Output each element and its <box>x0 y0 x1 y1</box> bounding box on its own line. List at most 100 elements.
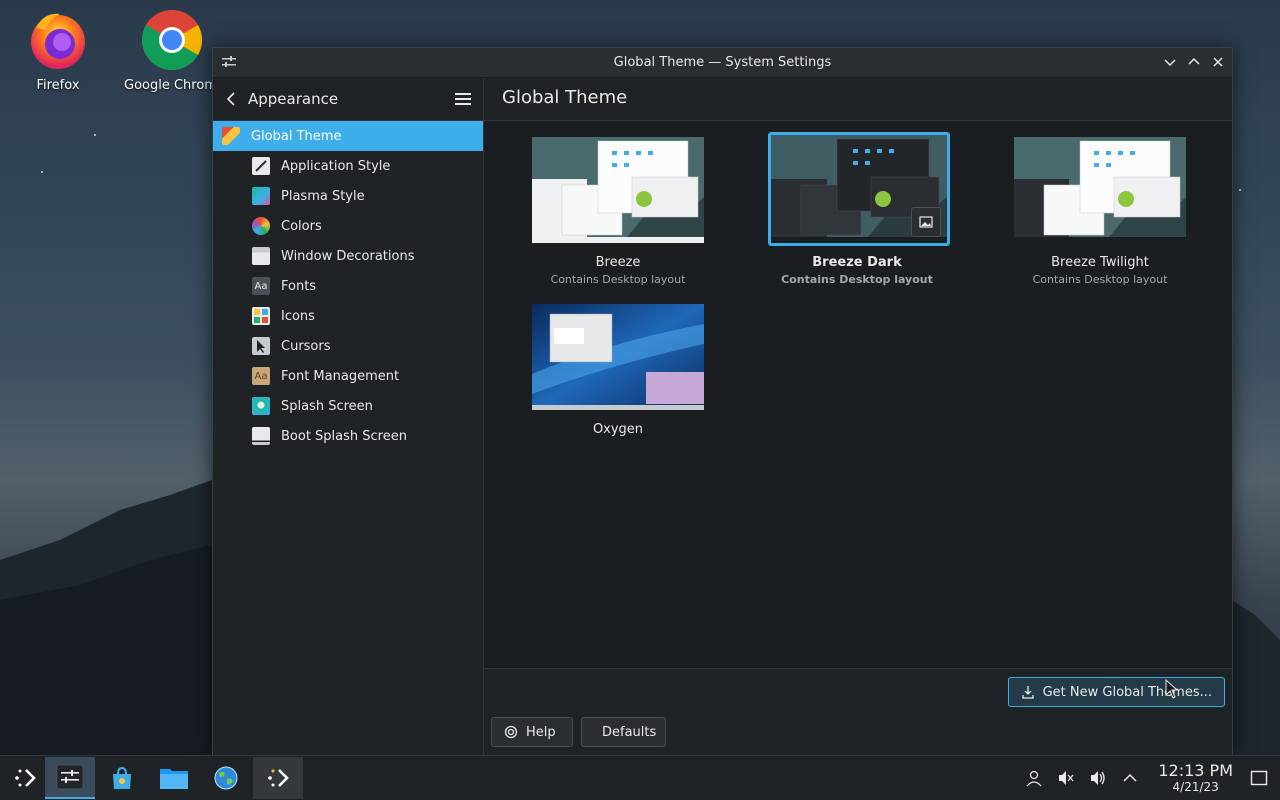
window-decorations-icon <box>252 247 270 265</box>
chrome-icon <box>141 9 203 71</box>
page-title: Global Theme <box>502 87 628 108</box>
sidebar-item-label: Cursors <box>281 338 331 354</box>
theme-thumbnail <box>530 135 706 245</box>
theme-card-breeze-dark[interactable]: Breeze Dark Contains Desktop layout <box>769 133 949 286</box>
show-desktop-icon[interactable] <box>1250 769 1268 787</box>
clock[interactable]: 12:13 PM 4/21/23 <box>1158 761 1233 794</box>
theme-preview-image <box>532 137 704 243</box>
sidebar-item-label: Boot Splash Screen <box>281 428 407 444</box>
content-header: Global Theme <box>484 78 1232 121</box>
defaults-button[interactable]: Defaults <box>581 717 666 747</box>
taskbar-kde-connect[interactable] <box>253 757 303 799</box>
sidebar-item-label: Fonts <box>281 278 317 294</box>
theme-grid: Breeze Contains Desktop layout Breeze Da… <box>484 121 1232 672</box>
theme-card-oxygen[interactable]: Oxygen <box>530 302 706 437</box>
clock-date: 4/21/23 <box>1172 780 1219 794</box>
minimize-button[interactable] <box>1162 54 1178 70</box>
theme-subtitle: Contains Desktop layout <box>550 273 686 286</box>
sidebar-item-label: Splash Screen <box>281 398 373 414</box>
sidebar-item-splash-screen[interactable]: Splash Screen <box>213 391 483 421</box>
chevron-down-icon <box>1164 59 1176 67</box>
plasma-style-icon <box>252 187 270 205</box>
kde-arrow-icon <box>268 769 289 787</box>
theme-thumbnail <box>769 133 949 245</box>
fonts-icon: Aa <box>252 277 270 295</box>
taskbar: 12:13 PM 4/21/23 <box>0 755 1280 800</box>
theme-card-breeze-twilight[interactable]: Breeze Twilight Contains Desktop layout <box>1012 135 1188 286</box>
sidebar-item-cursors[interactable]: Cursors <box>213 331 483 361</box>
sidebar-item-application-style[interactable]: Application Style <box>213 151 483 181</box>
theme-subtitle: Contains Desktop layout <box>781 273 933 286</box>
system-tray: 12:13 PM 4/21/23 <box>1018 756 1280 800</box>
file-manager-icon <box>160 769 188 789</box>
hamburger-menu-icon[interactable] <box>455 92 471 106</box>
application-style-icon <box>252 157 270 175</box>
back-arrow-icon[interactable] <box>225 91 237 107</box>
sidebar-item-label: Global Theme <box>251 128 342 144</box>
sidebar-item-label: Font Management <box>281 368 400 384</box>
sidebar-item-label: Colors <box>281 218 322 234</box>
taskbar-browser[interactable] <box>201 757 251 799</box>
sidebar-item-plasma-style[interactable]: Plasma Style <box>213 181 483 211</box>
icons-icon <box>252 307 270 325</box>
sidebar-item-global-theme[interactable]: Global Theme <box>213 121 483 151</box>
sidebar-item-label: Window Decorations <box>281 248 415 264</box>
theme-name: Oxygen <box>592 422 644 437</box>
firefox-icon <box>31 13 85 69</box>
sidebar-item-label: Icons <box>281 308 315 324</box>
font-management-icon: Aa <box>252 367 270 385</box>
sidebar-item-window-decorations[interactable]: Window Decorations <box>213 241 483 271</box>
sidebar-item-icons[interactable]: Icons <box>213 301 483 331</box>
theme-card-breeze[interactable]: Breeze Contains Desktop layout <box>530 135 706 286</box>
titlebar[interactable]: Global Theme — System Settings <box>213 48 1232 78</box>
chevron-up-icon <box>1188 57 1200 65</box>
button-label: Defaults <box>602 724 657 740</box>
splash-screen-icon <box>252 397 270 415</box>
system-settings-window: Global Theme — System Settings Appearanc… <box>212 47 1233 756</box>
theme-thumbnail <box>1012 135 1188 245</box>
boot-splash-screen-icon <box>252 427 270 445</box>
system-settings-icon <box>56 764 84 790</box>
theme-name: Breeze Dark <box>812 255 902 270</box>
desktop-icon-chrome[interactable]: Google Chrome <box>124 8 220 93</box>
taskbar-discover[interactable] <box>97 757 147 799</box>
taskbar-file-manager[interactable] <box>149 757 199 799</box>
sidebar-item-font-management[interactable]: Aa Font Management <box>213 361 483 391</box>
discover-store-icon <box>113 766 131 789</box>
user-icon[interactable] <box>1025 769 1043 787</box>
desktop-icon-label: Firefox <box>36 78 80 93</box>
button-label: Get New Global Themes... <box>1042 684 1212 700</box>
sidebar-item-boot-splash-screen[interactable]: Boot Splash Screen <box>213 421 483 451</box>
sidebar: Appearance Global Theme Application Styl… <box>213 78 484 755</box>
button-label: Help <box>526 724 556 740</box>
kde-launcher-icon <box>15 769 36 787</box>
sidebar-header: Appearance <box>213 78 483 121</box>
theme-preview-image <box>532 304 704 410</box>
footer-bar: Get New Global Themes... Help Defaults <box>484 668 1232 755</box>
close-button[interactable] <box>1210 54 1226 70</box>
sidebar-list: Global Theme Application Style Plasma St… <box>213 121 483 451</box>
sidebar-item-colors[interactable]: Colors <box>213 211 483 241</box>
volume-muted-icon[interactable] <box>1057 769 1075 787</box>
theme-subtitle: Contains Desktop layout <box>1032 273 1168 286</box>
sidebar-item-label: Application Style <box>281 158 391 174</box>
help-button[interactable]: Help <box>491 717 573 747</box>
chevron-up-icon[interactable] <box>1121 769 1139 787</box>
preview-button[interactable] <box>911 207 941 237</box>
sidebar-item-fonts[interactable]: Aa Fonts <box>213 271 483 301</box>
desktop-icon-firefox[interactable]: Firefox <box>10 8 106 93</box>
colors-icon <box>252 217 270 235</box>
volume-icon[interactable] <box>1089 769 1107 787</box>
sidebar-item-label: Plasma Style <box>281 188 365 204</box>
global-theme-icon <box>222 127 240 145</box>
taskbar-system-settings[interactable] <box>45 757 95 799</box>
maximize-button[interactable] <box>1186 54 1202 70</box>
clock-time: 12:13 PM <box>1158 761 1233 780</box>
cursors-icon <box>252 337 270 355</box>
get-new-global-themes-button[interactable]: Get New Global Themes... <box>1007 677 1225 707</box>
theme-name: Breeze Twilight <box>1051 255 1149 270</box>
taskbar-app-launcher[interactable] <box>0 757 50 799</box>
desktop-icon-label: Google Chrome <box>124 78 220 93</box>
theme-preview-image <box>1014 137 1186 243</box>
image-preview-icon <box>919 216 933 228</box>
